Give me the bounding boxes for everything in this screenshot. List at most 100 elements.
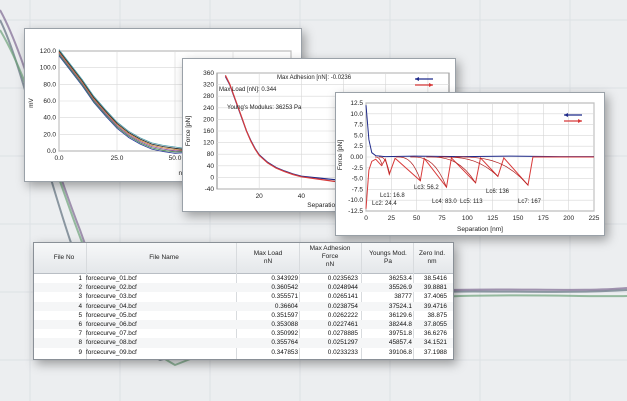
cell-file-no: 6 bbox=[78, 320, 82, 328]
cell-max-adhesion: 0.0278885 bbox=[327, 330, 358, 338]
table-row[interactable]: 7 forcecurve_07.bcf 0.350992 0.0278885 39751… bbox=[34, 329, 453, 338]
contour-length-label: Lc1: 16.8 bbox=[380, 193, 405, 199]
y-axis-label: mV bbox=[28, 97, 35, 107]
x-tick-label: 125 bbox=[487, 215, 498, 222]
cell-file-name: forcecurve_06.bcf bbox=[86, 320, 137, 328]
column-max-load-unit: nN bbox=[263, 258, 273, 265]
cell-max-adhesion: 0.0251297 bbox=[327, 339, 358, 347]
cell-max-load: 0.353088 bbox=[271, 320, 298, 328]
table-row[interactable]: 2 forcecurve_02.bcf 0.360542 0.0248944 35526… bbox=[34, 283, 453, 293]
cell-youngs-mod: 45857.4 bbox=[388, 339, 412, 347]
y-tick-label: -2.5 bbox=[352, 165, 364, 172]
cell-youngs-mod: 38244.8 bbox=[388, 320, 412, 328]
cell-file-no: 1 bbox=[78, 275, 82, 282]
cell-max-adhesion: 0.0235623 bbox=[327, 275, 358, 282]
x-tick-label: 25.0 bbox=[111, 155, 124, 162]
cell-file-name: forcecurve_07.bcf bbox=[86, 330, 137, 338]
cell-zero-ind: 38.5416 bbox=[423, 275, 447, 282]
table-row[interactable]: 1 forcecurve_01.bcf 0.343929 0.0235623 36253… bbox=[34, 274, 453, 283]
cell-zero-ind: 39.4716 bbox=[423, 302, 447, 310]
x-tick-label: 100 bbox=[462, 215, 473, 222]
x-tick-label: 25 bbox=[388, 215, 396, 222]
cell-max-load: 0.360542 bbox=[271, 284, 298, 292]
y-tick-label: 120 bbox=[203, 140, 214, 147]
y-tick-label: 40.0 bbox=[43, 115, 56, 122]
y-tick-label: 0.0 bbox=[47, 148, 56, 155]
x-tick-label: 150 bbox=[513, 215, 524, 222]
column-header-max-load[interactable]: Max Load nN bbox=[238, 250, 298, 266]
table-row[interactable]: 9 forcecurve_09.bcf 0.347853 0.0233233 39106… bbox=[34, 348, 453, 357]
column-file-no-label: File No bbox=[53, 254, 75, 261]
cell-max-load: 0.355571 bbox=[271, 293, 298, 301]
column-youngs-mod-label: Youngs Mod. bbox=[369, 250, 407, 257]
column-header-zero-ind[interactable]: Zero Ind. nm bbox=[414, 250, 450, 266]
column-header-file-no[interactable]: File No bbox=[42, 254, 86, 262]
y-tick-label: 10.0 bbox=[350, 111, 363, 118]
y-tick-label: -5.0 bbox=[352, 176, 364, 183]
cell-youngs-mod: 36129.6 bbox=[388, 311, 412, 319]
cell-max-adhesion: 0.0248944 bbox=[327, 284, 358, 292]
contour-length-label: Lc7: 167 bbox=[518, 199, 542, 205]
cell-zero-ind: 36.6276 bbox=[423, 330, 447, 338]
y-tick-label: 120.0 bbox=[40, 48, 57, 55]
x-tick-label: 0.0 bbox=[54, 155, 63, 162]
x-tick-label: 0 bbox=[364, 215, 368, 222]
y-tick-label: 100.0 bbox=[40, 65, 57, 72]
table-row[interactable]: 8 forcecurve_08.bcf 0.355764 0.0251297 45857… bbox=[34, 338, 453, 348]
y-tick-label: 7.5 bbox=[354, 122, 363, 129]
column-header-max-adhesion[interactable]: Max Adhesion Force nN bbox=[300, 245, 360, 269]
table-row[interactable]: 4 forcecurve_04.bcf 0.36604 0.0238754 37524.… bbox=[34, 301, 453, 311]
column-header-file-name[interactable]: File Name bbox=[94, 254, 234, 262]
contour-length-label: Lc3: 56.2 bbox=[414, 185, 439, 191]
y-tick-label: 160 bbox=[203, 128, 214, 135]
column-max-adhesion-unit: nN bbox=[325, 261, 335, 268]
y-tick-label: 0 bbox=[210, 174, 214, 181]
column-max-adhesion-label2: Force bbox=[321, 253, 339, 260]
max-adhesion-annotation: Max Adhesion [nN]: -0.0236 bbox=[277, 75, 352, 81]
cell-zero-ind: 37.8055 bbox=[423, 320, 447, 328]
y-tick-label: 12.5 bbox=[350, 100, 363, 107]
cell-file-name: forcecurve_03.bcf bbox=[86, 293, 137, 301]
unbinding-chart: 12.5 10.0 7.5 5.0 2.5 0.00 -2.5 -5.0 -7.5 -10.0 -1… bbox=[337, 100, 600, 233]
cell-file-no: 5 bbox=[78, 311, 82, 319]
table-header: File No File Name Max Load nN Max Adhesio… bbox=[34, 243, 453, 274]
y-tick-label: 2.5 bbox=[354, 143, 363, 150]
y-tick-label: 360 bbox=[203, 70, 214, 77]
y-tick-label: 280 bbox=[203, 93, 214, 100]
cell-zero-ind: 37.1988 bbox=[423, 348, 447, 356]
x-tick-label: 175 bbox=[538, 215, 549, 222]
y-axis-label: Force [pN] bbox=[185, 116, 192, 147]
cell-file-no: 9 bbox=[78, 348, 82, 356]
cell-file-name: forcecurve_08.bcf bbox=[86, 339, 137, 347]
cell-zero-ind: 37.4065 bbox=[423, 293, 447, 301]
cell-file-name: forcecurve_01.bcf bbox=[86, 275, 137, 282]
x-tick-label: 50.0 bbox=[169, 155, 182, 162]
cell-file-no: 2 bbox=[78, 284, 82, 292]
cell-max-adhesion: 0.0262222 bbox=[327, 311, 358, 319]
cell-max-adhesion: 0.0238754 bbox=[327, 302, 358, 310]
column-header-youngs-mod[interactable]: Youngs Mod. Pa bbox=[362, 250, 414, 266]
cell-file-name: forcecurve_09.bcf bbox=[86, 348, 137, 356]
x-axis-label: Separation [nm] bbox=[457, 226, 503, 233]
y-tick-label: 200 bbox=[203, 116, 214, 123]
table-row[interactable]: 5 forcecurve_05.bcf 0.351597 0.0262222 36129… bbox=[34, 311, 453, 320]
cell-youngs-mod: 36253.4 bbox=[388, 275, 412, 282]
y-tick-label: -12.5 bbox=[348, 208, 363, 215]
y-tick-label: -40 bbox=[205, 186, 215, 193]
table-row[interactable]: 3 forcecurve_03.bcf 0.355571 0.0265141 38777… bbox=[34, 292, 453, 301]
x-tick-label: 50 bbox=[413, 215, 421, 222]
cell-file-no: 4 bbox=[78, 302, 82, 310]
cell-file-name: forcecurve_05.bcf bbox=[86, 311, 137, 319]
x-tick-label: 75 bbox=[438, 215, 446, 222]
cell-max-load: 0.355764 bbox=[271, 339, 298, 347]
results-table-window[interactable]: File No File Name Max Load nN Max Adhesio… bbox=[33, 242, 454, 360]
column-max-load-label: Max Load bbox=[253, 250, 283, 257]
table-row[interactable]: 6 forcecurve_06.bcf 0.353088 0.0227461 38244… bbox=[34, 319, 453, 330]
cell-max-adhesion: 0.0227461 bbox=[327, 320, 358, 328]
cell-max-adhesion: 0.0265141 bbox=[327, 293, 358, 301]
window-unbinding-events[interactable]: 12.5 10.0 7.5 5.0 2.5 0.00 -2.5 -5.0 -7.5 -10.0 -1… bbox=[335, 92, 605, 236]
y-tick-label: 40 bbox=[207, 163, 215, 170]
y-tick-label: 320 bbox=[203, 82, 214, 89]
cell-youngs-mod: 37524.1 bbox=[388, 302, 412, 310]
cell-youngs-mod: 39106.8 bbox=[388, 348, 412, 356]
